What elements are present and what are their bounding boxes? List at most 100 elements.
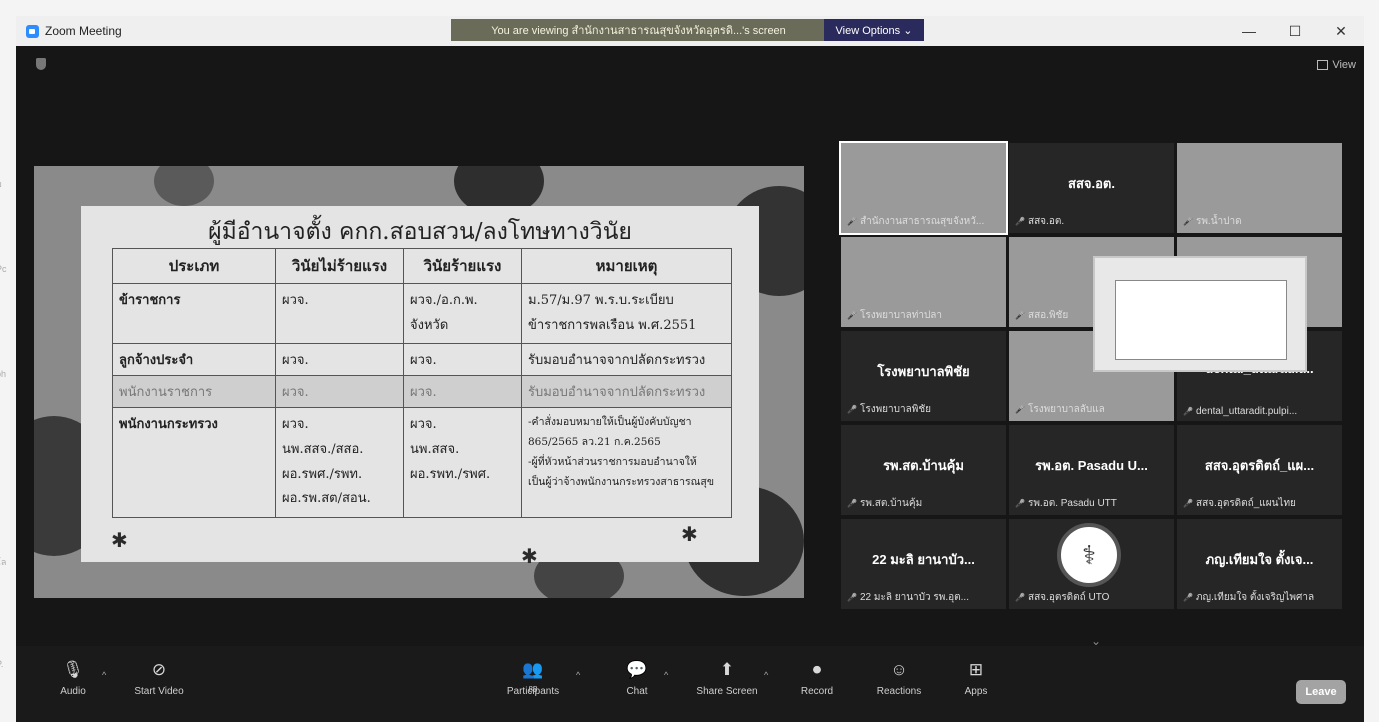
- share-caret-icon[interactable]: ^: [764, 670, 768, 680]
- participant-tile[interactable]: ⚕ สสจ.อุตรดิตถ์ UTO: [1009, 519, 1174, 609]
- chat-label: Chat: [626, 686, 648, 697]
- type-cell: ข้าราชการ: [112, 282, 276, 345]
- background-window-edge: ph: [0, 369, 6, 380]
- header-cell: วินัยไม่ร้ายแรง: [275, 248, 404, 284]
- cell-line: ผวจ.: [282, 417, 309, 433]
- view-label: View: [1332, 59, 1356, 71]
- participant-name: โรงพยาบาลพิชัย: [877, 364, 970, 379]
- zoom-window: Zoom Meeting You are viewing สำนักงานสาธ…: [16, 16, 1364, 722]
- record-label: Record: [800, 686, 834, 697]
- background-window-edge: ม: [0, 179, 2, 190]
- video-off-icon: ⊘: [151, 660, 167, 679]
- participant-name: ภญ.เทียมใจ ตั้งเจ...: [1205, 552, 1314, 567]
- viewing-banner: You are viewing สำนักงานสาธารณสุขจังหวัด…: [451, 19, 826, 41]
- apps-icon: ⊞: [968, 660, 984, 679]
- edge-text: โล: [0, 557, 7, 567]
- mini-table-preview: [1115, 280, 1287, 360]
- close-button[interactable]: ✕: [1318, 16, 1364, 46]
- header-cell: วินัยร้ายแรง: [403, 248, 522, 284]
- minor-cell: ผวจ. นพ.สสจ./สสอ. ผอ.รพศ./รพท. ผอ.รพ.สต/…: [275, 407, 404, 519]
- cell-line: -คำสั่งมอบหมายให้เป็นผู้บังคับบัญชา: [528, 416, 692, 429]
- note-cell: -คำสั่งมอบหมายให้เป็นผู้บังคับบัญชา 865/…: [521, 407, 732, 519]
- participants-icon: 👥88: [522, 660, 544, 694]
- background-window-edge: P.: [0, 659, 3, 670]
- participant-tile[interactable]: โรงพยาบาลท่าปลา: [841, 237, 1006, 327]
- star-icon: ✱: [681, 524, 698, 546]
- star-icon: ✱: [521, 546, 538, 568]
- participant-label: สสอ.พิชัย: [1015, 308, 1068, 323]
- table-row: ลูกจ้างประจำ ผวจ. ผวจ. รับมอบอำนาจจากปลั…: [112, 343, 732, 377]
- chat-button[interactable]: 💬 Chat: [602, 660, 672, 697]
- audio-button[interactable]: 🎙 Audio: [38, 660, 108, 697]
- window-controls: — ☐ ✕: [1226, 16, 1364, 46]
- participant-label: สสจ.อุตรดิตถ์ UTO: [1015, 590, 1109, 605]
- view-button[interactable]: View: [1317, 59, 1356, 71]
- participants-button[interactable]: 👥88 Participants: [498, 660, 568, 697]
- floating-slide-preview[interactable]: [1093, 256, 1307, 372]
- participants-caret-icon[interactable]: ^: [576, 670, 580, 680]
- participant-label: สสจ.อุตรดิตถ์_แผนไทย: [1183, 496, 1296, 511]
- minimize-button[interactable]: —: [1226, 16, 1272, 46]
- note-cell: รับมอบอำนาจจากปลัดกระทรวง: [521, 343, 732, 377]
- participant-tile[interactable]: สสจ.อต. สสจ.อต.: [1009, 143, 1174, 233]
- smiley-icon: ☺: [890, 660, 908, 679]
- start-video-button[interactable]: ⊘ Start Video: [124, 660, 194, 697]
- cell-line: ผวจ./อ.ก.พ.: [410, 293, 478, 308]
- participant-tile[interactable]: สำนักงานสาธารณสุขจังหวั...: [839, 141, 1008, 235]
- participant-label: โรงพยาบาลพิชัย: [847, 402, 931, 417]
- participant-label: โรงพยาบาลลับแล: [1015, 402, 1105, 417]
- cell-line: ผอ.รพศ./รพท.: [282, 466, 363, 482]
- minor-cell: ผวจ.: [275, 375, 404, 409]
- record-icon: ⏺: [812, 660, 822, 679]
- shield-icon[interactable]: [36, 58, 46, 70]
- slide-title: ผู้มีอำนาจตั้ง คกก.สอบสวน/ลงโทษทางวินัย: [208, 219, 632, 245]
- apps-button[interactable]: ⊞ Apps: [941, 660, 1011, 697]
- meeting-toolbar: 🎙 Audio ^ ⊘ Start Video 👥88 Participants ^ …: [16, 646, 1364, 722]
- microphone-icon: 🎙: [62, 660, 84, 679]
- type-cell: พนักงานกระทรวง: [112, 407, 276, 519]
- participant-name: สสจ.อต.: [1068, 176, 1115, 191]
- view-options-button[interactable]: View Options ⌄: [824, 19, 924, 41]
- participant-tile[interactable]: รพ.อต. Pasadu U... รพ.อต. Pasadu UTT: [1009, 425, 1174, 515]
- major-cell: ผวจ. นพ.สสจ. ผอ.รพท./รพศ.: [403, 407, 522, 519]
- participant-tile[interactable]: สสจ.อุตรดิตถ์_แผ... สสจ.อุตรดิตถ์_แผนไทย: [1177, 425, 1342, 515]
- participant-tile[interactable]: รพ.น้ำปาด: [1177, 143, 1342, 233]
- zoom-logo-icon: [26, 24, 39, 38]
- shared-screen: ผู้มีอำนาจตั้ง คกก.สอบสวน/ลงโทษทางวินัย …: [34, 166, 804, 598]
- background-window-edge: Pc: [0, 264, 7, 275]
- cell-line: ผวจ.: [410, 417, 437, 433]
- record-button[interactable]: ⏺ Record: [782, 660, 852, 697]
- audio-caret-icon[interactable]: ^: [102, 670, 106, 680]
- participant-name: สสจ.อุตรดิตถ์_แผ...: [1204, 458, 1315, 473]
- window-title: Zoom Meeting: [45, 24, 122, 38]
- major-cell: ผวจ.: [403, 343, 522, 377]
- participant-label: 22 มะลิ ยานาบัว รพ.อุต...: [847, 590, 969, 605]
- cell-line: นพ.สสจ.: [410, 442, 460, 458]
- participant-label: รพ.อต. Pasadu UTT: [1015, 496, 1117, 511]
- participant-tile[interactable]: รพ.สต.บ้านคุ้มรพ.สต.บ้านคุ้ม: [841, 425, 1006, 515]
- share-screen-button[interactable]: ⬆ Share Screen: [692, 660, 762, 697]
- table-row: พนักงานกระทรวง ผวจ. นพ.สสจ./สสอ. ผอ.รพศ.…: [112, 407, 732, 519]
- participant-tile[interactable]: โรงพยาบาลพิชัยโรงพยาบาลพิชัย: [841, 331, 1006, 421]
- participant-label: สำนักงานสาธารณสุขจังหวั...: [847, 214, 984, 229]
- participant-tile[interactable]: ภญ.เทียมใจ ตั้งเจ... ภญ.เทียมใจ ตั้งเจริญ…: [1177, 519, 1342, 609]
- minor-cell: ผวจ.: [275, 282, 404, 345]
- chat-caret-icon[interactable]: ^: [664, 670, 668, 680]
- video-gallery: สำนักงานสาธารณสุขจังหวั... สสจ.อต.สสจ.อต…: [839, 141, 1346, 621]
- reactions-button[interactable]: ☺ Reactions: [864, 660, 934, 697]
- table-row: พนักงานราชการ ผวจ. ผวจ. รับมอบอำนาจจากปล…: [112, 375, 732, 409]
- grid-icon: [1317, 60, 1329, 70]
- participant-tile[interactable]: 22 มะลิ ยานาบัว... 22 มะลิ ยานาบัว รพ.อุต…: [841, 519, 1006, 609]
- background-window-edge: โล: [0, 557, 7, 568]
- cell-line: เป็นผู้ว่าจ้างพนักงานกระทรวงสาธารณสุข: [528, 476, 715, 489]
- cell-line: -ผู้ที่หัวหน้าส่วนราชการมอบอำนาจให้: [528, 456, 697, 469]
- cell-line: ข้าราชการพลเรือน พ.ศ.2551: [528, 317, 697, 333]
- minor-cell: ผวจ.: [275, 343, 404, 377]
- maximize-button[interactable]: ☐: [1272, 16, 1318, 46]
- major-cell: ผวจ.: [403, 375, 522, 409]
- authority-table: ประเภท วินัยไม่ร้ายแรง วินัยร้ายแรง หมาย…: [112, 248, 732, 519]
- decor-leaf: [154, 166, 214, 206]
- app-title: Zoom Meeting: [26, 16, 122, 46]
- audio-label: Audio: [60, 686, 86, 697]
- leave-button[interactable]: Leave: [1296, 680, 1346, 704]
